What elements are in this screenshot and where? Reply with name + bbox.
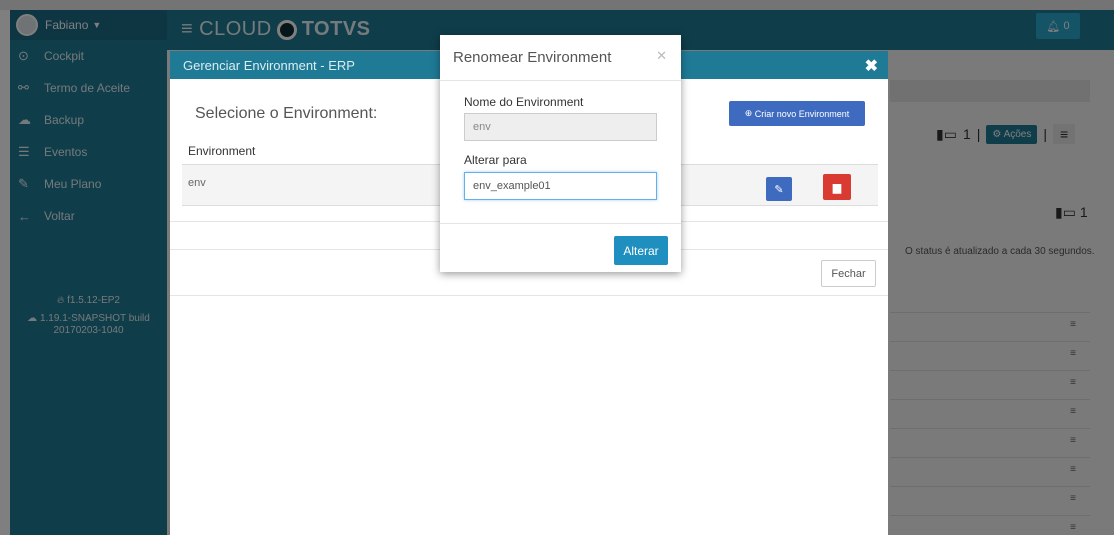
pencil-icon: ✎	[774, 183, 784, 196]
alterar-button[interactable]: Alterar	[614, 236, 668, 265]
divider	[170, 295, 888, 296]
new-name-input[interactable]: env_example01	[464, 172, 657, 200]
close-icon[interactable]: ✕	[656, 48, 667, 64]
divider	[440, 223, 681, 224]
fechar-button[interactable]: Fechar	[821, 260, 876, 287]
renomear-modal-header: Renomear Environment ✕	[440, 35, 681, 81]
renomear-modal-title: Renomear Environment	[453, 49, 612, 66]
nome-label: Nome do Environment	[464, 95, 584, 109]
renomear-modal: Renomear Environment ✕ Nome do Environme…	[440, 35, 681, 272]
table-header-environment: Environment	[188, 144, 256, 158]
environment-name-cell: env	[188, 177, 206, 189]
edit-environment-button[interactable]: ✎	[766, 177, 792, 201]
gerenciar-modal-title: Gerenciar Environment - ERP	[183, 57, 355, 73]
alterar-label: Alterar para	[464, 153, 527, 167]
current-name-field: env	[464, 113, 657, 141]
delete-environment-button[interactable]: ▆	[823, 174, 851, 200]
trash-icon: ▆	[832, 181, 842, 194]
close-icon[interactable]: ✖	[865, 56, 878, 76]
select-environment-title: Selecione o Environment:	[195, 105, 378, 122]
create-environment-button[interactable]: ⊕ Criar novo Environment	[729, 101, 865, 126]
plus-icon: ⊕	[744, 108, 755, 118]
